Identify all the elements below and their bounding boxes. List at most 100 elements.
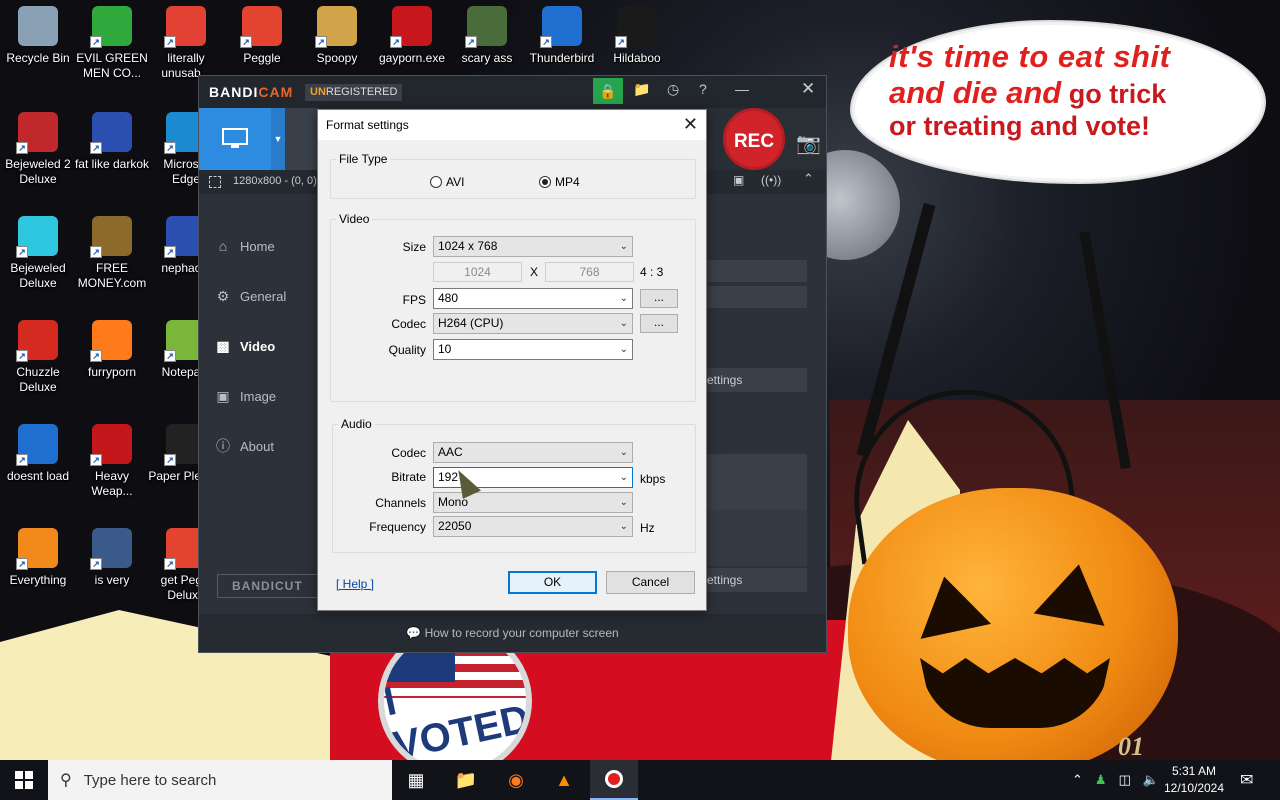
desktop-icon[interactable]: ↗ Heavy Weap... bbox=[74, 424, 150, 499]
vlc-icon[interactable]: ▲ bbox=[540, 760, 588, 800]
desktop-icon[interactable]: ↗ Hildaboo bbox=[599, 6, 675, 66]
corner-text: 01 bbox=[1118, 732, 1144, 761]
fps-more-button[interactable]: ... bbox=[640, 289, 678, 308]
desktop-icon[interactable]: ↗ Bejeweled Deluxe bbox=[0, 216, 76, 291]
bandicam-titlebar[interactable]: BANDICAM UNREGISTERED 🔒 📁 ◷ ? — ✕ bbox=[199, 76, 826, 108]
folder-icon[interactable]: 📁 bbox=[633, 81, 650, 98]
ok-button[interactable]: OK bbox=[508, 571, 597, 594]
desktop-icon-label: gayporn.exe bbox=[378, 51, 446, 65]
group-legend: Video bbox=[339, 212, 370, 226]
desktop-icon-label: Thunderbird bbox=[529, 51, 595, 65]
codec-select[interactable]: H264 (CPU) ⌄ bbox=[433, 313, 633, 334]
people-icon[interactable]: ♟ bbox=[1095, 772, 1107, 788]
desktop-icon[interactable]: ↗ FREE MONEY.com bbox=[74, 216, 150, 291]
image-icon[interactable]: ▣ bbox=[733, 173, 744, 187]
help-icon[interactable]: ? bbox=[699, 81, 707, 97]
height-input[interactable]: 768 bbox=[545, 262, 634, 282]
bandicam-taskbar-icon[interactable] bbox=[590, 760, 638, 800]
audio-codec-select[interactable]: AAC ⌄ bbox=[433, 442, 633, 463]
desktop-icon[interactable]: ↗ EVIL GREEN MEN CO... bbox=[74, 6, 150, 81]
unregistered-badge[interactable]: UNREGISTERED bbox=[305, 84, 403, 101]
chevron-up-icon[interactable]: ⌃ bbox=[803, 171, 814, 187]
taskbar: ⚲ Type here to search ▦ 📁 ◉ ▲ ⌃ ♟ ◫ 🔈 5:… bbox=[0, 760, 1280, 800]
chrome-icon: ↗ bbox=[164, 6, 206, 48]
minimize-icon[interactable]: — bbox=[735, 81, 749, 97]
frequency-select[interactable]: 22050 ⌄ bbox=[433, 516, 633, 537]
desktop-icon[interactable]: ↗ fat like darkok bbox=[74, 112, 150, 172]
settings-button[interactable]: ettings bbox=[704, 368, 807, 392]
clock-icon[interactable]: ◷ bbox=[667, 81, 679, 98]
firefox-icon[interactable]: ◉ bbox=[492, 760, 540, 800]
nav-home[interactable]: ⌂ Home bbox=[215, 238, 275, 254]
footer-link[interactable]: 💬 How to record your computer screen bbox=[199, 614, 826, 652]
file-explorer-icon[interactable]: 📁 bbox=[442, 760, 490, 800]
start-button[interactable] bbox=[0, 760, 48, 800]
taskbar-search[interactable]: ⚲ Type here to search bbox=[48, 760, 392, 800]
desktop-icon[interactable]: ↗ Spoopy bbox=[299, 6, 375, 66]
select-value: 1024 x 768 bbox=[438, 239, 498, 253]
chevron-down-icon[interactable]: ▼ bbox=[271, 108, 285, 170]
volume-icon[interactable]: 🔈 bbox=[1143, 772, 1159, 788]
notification-icon[interactable]: ✉ bbox=[1240, 760, 1253, 800]
desktop-icon[interactable]: ↗ Everything bbox=[0, 528, 76, 588]
shortcut-arrow-icon: ↗ bbox=[315, 36, 327, 48]
pumpkin-eye bbox=[1033, 558, 1115, 626]
broadcast-icon[interactable]: ((•)) bbox=[761, 173, 781, 187]
desktop-icon[interactable]: ↗ Chuzzle Deluxe bbox=[0, 320, 76, 395]
desktop-icon[interactable]: ↗ scary ass bbox=[449, 6, 525, 66]
info-icon: ⓘ bbox=[216, 438, 230, 454]
screen-mode-button[interactable] bbox=[199, 108, 271, 170]
desktop-icon[interactable]: ↗ Thunderbird bbox=[524, 6, 600, 66]
nav-video[interactable]: ▩ Video bbox=[215, 338, 275, 354]
radio-avi[interactable]: AVI bbox=[430, 175, 464, 189]
settings-button[interactable]: ettings bbox=[704, 568, 807, 592]
desktop-icon[interactable]: ↗ literally unusab... bbox=[148, 6, 224, 81]
taskbar-clock[interactable]: 5:31 AM 12/10/2024 bbox=[1158, 763, 1230, 797]
width-input[interactable]: 1024 bbox=[433, 262, 522, 282]
desktop-icon[interactable]: ↗ Bejeweled 2 Deluxe bbox=[0, 112, 76, 187]
task-view-icon[interactable]: ▦ bbox=[392, 760, 440, 800]
camera-icon[interactable]: 📷 bbox=[796, 131, 821, 156]
help-link[interactable]: [ Help ] bbox=[336, 577, 374, 591]
codec-more-button[interactable]: ... bbox=[640, 314, 678, 333]
radio-mp4[interactable]: MP4 bbox=[539, 175, 580, 189]
image-icon: ▣ bbox=[216, 388, 230, 404]
shortcut-arrow-icon: ↗ bbox=[465, 36, 477, 48]
yashima-icon: ↗ bbox=[615, 6, 657, 48]
close-icon[interactable]: ✕ bbox=[683, 115, 698, 133]
quality-input[interactable]: 10 ⌄ bbox=[433, 339, 633, 360]
bandicam-logo: BANDICAM bbox=[209, 84, 293, 100]
desktop-icon[interactable]: ↗ gayporn.exe bbox=[374, 6, 450, 66]
dialog-title: Format settings bbox=[318, 110, 706, 140]
desktop-icon-label: Chuzzle Deluxe bbox=[16, 365, 60, 394]
bandicut-button[interactable]: BANDICUT bbox=[217, 574, 325, 598]
network-icon[interactable]: ◫ bbox=[1119, 772, 1131, 788]
fps-input[interactable]: 480 ⌄ bbox=[433, 288, 633, 309]
lock-icon[interactable]: 🔒 bbox=[593, 78, 623, 104]
close-icon[interactable]: ✕ bbox=[801, 79, 815, 99]
shortcut-arrow-icon: ↗ bbox=[164, 246, 176, 258]
desktop-icon[interactable]: ↗ Peggle bbox=[224, 6, 300, 66]
nav-general[interactable]: ⚙ General bbox=[215, 288, 287, 304]
desktop-icon[interactable]: Recycle Bin bbox=[0, 6, 76, 66]
selection-icon[interactable] bbox=[209, 176, 221, 188]
nav-image[interactable]: ▣ Image bbox=[215, 388, 276, 404]
cancel-button[interactable]: Cancel bbox=[606, 571, 695, 594]
desktop-icon-label: Spoopy bbox=[316, 51, 358, 65]
thunderbird-icon: ↗ bbox=[16, 424, 58, 466]
select-value: AAC bbox=[438, 445, 463, 459]
record-icon bbox=[605, 770, 623, 788]
nav-about[interactable]: ⓘ About bbox=[215, 438, 274, 454]
desktop-icon[interactable]: ↗ is very bbox=[74, 528, 150, 588]
chevron-up-icon[interactable]: ⌃ bbox=[1072, 772, 1083, 788]
desktop-icon[interactable]: ↗ doesnt load bbox=[0, 424, 76, 484]
rec-button[interactable]: REC bbox=[723, 108, 785, 170]
game-mode-button[interactable] bbox=[285, 108, 319, 170]
desktop-icon-label: furryporn bbox=[87, 365, 137, 379]
desktop-icon-label: Recycle Bin bbox=[6, 51, 70, 65]
shortcut-arrow-icon: ↗ bbox=[16, 454, 28, 466]
shortcut-arrow-icon: ↗ bbox=[164, 454, 176, 466]
desktop-icon-label: Everything bbox=[9, 573, 67, 587]
desktop-icon[interactable]: ↗ furryporn bbox=[74, 320, 150, 380]
size-select[interactable]: 1024 x 768 ⌄ bbox=[433, 236, 633, 257]
